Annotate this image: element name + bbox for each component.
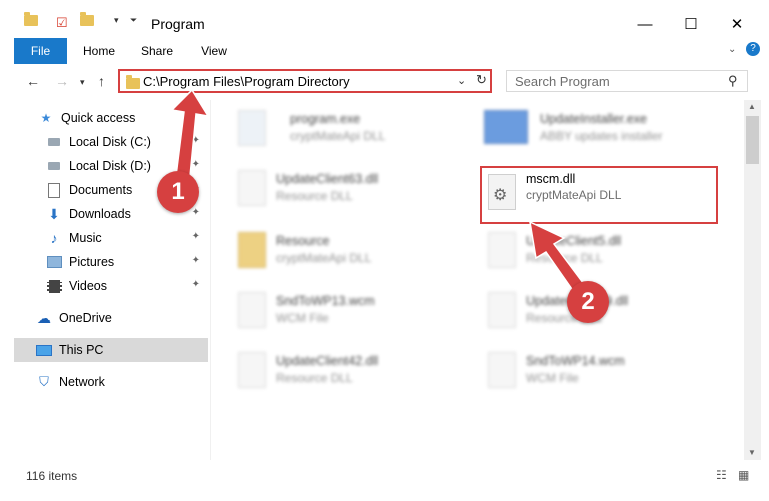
large-icons-view-icon[interactable]: ▦ xyxy=(738,468,749,482)
step-2-badge: 2 xyxy=(567,281,609,323)
step-1-badge: 1 xyxy=(157,171,199,213)
item-count: 116 items xyxy=(26,469,78,483)
status-bar xyxy=(0,462,769,492)
arrow-1 xyxy=(170,88,210,177)
arrow-2 xyxy=(529,220,586,294)
annotation-arrows xyxy=(170,88,586,294)
details-view-icon[interactable]: ☷ xyxy=(716,468,727,482)
